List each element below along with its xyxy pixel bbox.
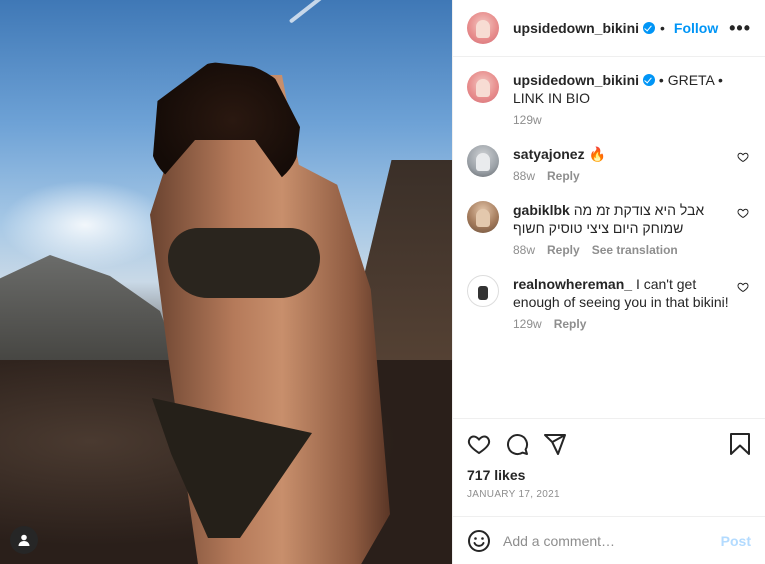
heart-icon[interactable] (467, 432, 491, 456)
more-options-icon[interactable]: ••• (729, 18, 751, 39)
comments-list: upsidedown_bikini • GRETA • LINK IN BIO … (453, 57, 765, 418)
avatar[interactable] (467, 12, 499, 44)
comment-item: satyajonez 🔥 88w Reply (467, 145, 751, 183)
comment-username[interactable]: satyajonez (513, 146, 585, 162)
image-contrail (288, 0, 378, 24)
post-date: January 17, 2021 (467, 489, 560, 500)
avatar[interactable] (467, 201, 499, 233)
verified-badge-icon (643, 74, 656, 86)
share-icon[interactable] (543, 432, 567, 456)
comment-item: realnowhereman_ I can't get enough of se… (467, 275, 751, 331)
comment-input[interactable]: Add a comment… (503, 533, 721, 549)
reply-button[interactable]: Reply (554, 317, 587, 331)
comment-composer: Add a comment… Post (453, 516, 765, 564)
header-username[interactable]: upsidedown_bikini (513, 20, 639, 36)
separator-dot: • (660, 20, 665, 36)
image-cloud (0, 180, 170, 270)
emoji-icon[interactable] (467, 529, 491, 553)
comment-username[interactable]: realnowhereman_ (513, 276, 632, 292)
comment-text: 🔥 (588, 146, 606, 162)
comment-age[interactable]: 129w (513, 317, 542, 331)
user-tag-icon[interactable] (10, 526, 38, 554)
see-translation-button[interactable]: See translation (592, 243, 678, 257)
comment-age[interactable]: 88w (513, 243, 535, 257)
bookmark-icon[interactable] (729, 432, 751, 456)
caption: upsidedown_bikini • GRETA • LINK IN BIO … (467, 71, 751, 127)
comment-age[interactable]: 88w (513, 169, 535, 183)
avatar[interactable] (467, 275, 499, 307)
post-header: upsidedown_bikini • Follow ••• (453, 0, 765, 57)
caption-username[interactable]: upsidedown_bikini (513, 72, 639, 88)
avatar[interactable] (467, 71, 499, 103)
follow-button[interactable]: Follow (674, 20, 718, 36)
post-image[interactable] (0, 0, 452, 564)
post-actions: 717 likes January 17, 2021 (453, 418, 765, 500)
comment-icon[interactable] (505, 432, 529, 456)
likes-count[interactable]: 717 likes (467, 467, 751, 483)
reply-button[interactable]: Reply (547, 169, 580, 183)
heart-icon[interactable] (737, 281, 749, 293)
heart-icon[interactable] (737, 207, 749, 219)
post-sidebar: upsidedown_bikini • Follow ••• upsidedow… (452, 0, 765, 564)
comment-item: gabiklbk אבל היא צודקת זמ מה שמוחק היום … (467, 201, 751, 257)
caption-age[interactable]: 129w (513, 113, 542, 127)
reply-button[interactable]: Reply (547, 243, 580, 257)
image-bikini-top (168, 228, 320, 298)
post-dialog: upsidedown_bikini • Follow ••• upsidedow… (0, 0, 765, 564)
verified-badge-icon (643, 22, 656, 34)
comment-username[interactable]: gabiklbk (513, 202, 570, 218)
avatar[interactable] (467, 145, 499, 177)
post-button[interactable]: Post (721, 533, 751, 549)
heart-icon[interactable] (737, 151, 749, 163)
